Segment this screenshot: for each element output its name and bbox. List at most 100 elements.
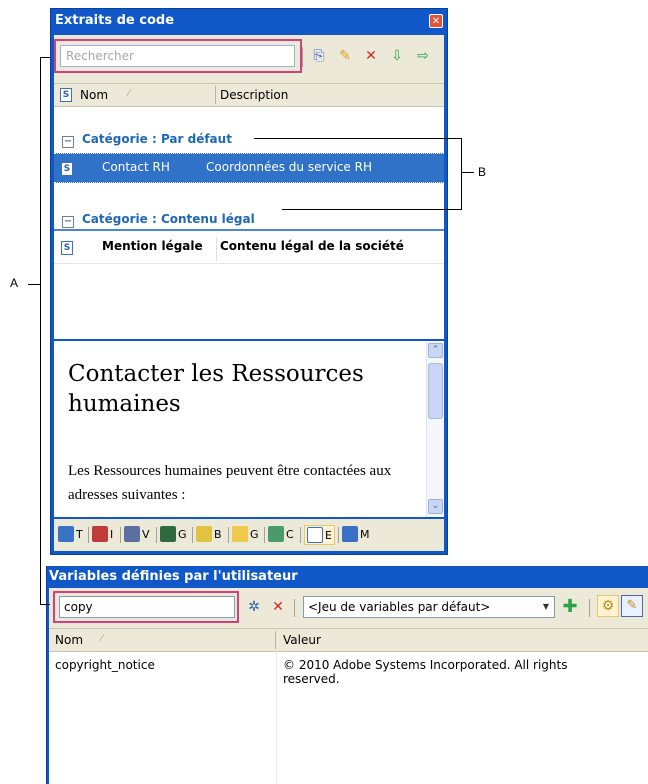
scroll-thumb[interactable]	[428, 363, 443, 419]
tab-table[interactable]: T	[58, 525, 83, 545]
snippet-row[interactable]: S Mention légale Contenu légal de la soc…	[54, 233, 444, 264]
callout-a-line	[40, 57, 50, 58]
edit-pencil-icon[interactable]: ✎	[336, 47, 354, 65]
tab-divider	[264, 527, 265, 543]
column-description[interactable]: Description	[220, 88, 288, 102]
toolbar-divider	[294, 599, 295, 617]
tab-link[interactable]: M	[342, 525, 370, 545]
category-legal[interactable]: − Catégorie : Contenu légal	[62, 212, 255, 230]
folder-icon	[232, 526, 248, 542]
settings-gear-icon[interactable]: ⚙	[597, 595, 619, 617]
snippet-file-icon: S	[61, 162, 73, 176]
search-input[interactable]: copy	[59, 596, 235, 618]
column-value[interactable]: Valeur	[283, 633, 321, 647]
delete-icon[interactable]: ✕	[362, 47, 380, 65]
variable-set-value: <Jeu de variables par défaut>	[308, 600, 491, 614]
plug-icon	[268, 526, 284, 542]
sort-arrow-icon: ⁄	[101, 633, 103, 644]
toolbar-divider	[302, 47, 303, 67]
pencil-icon	[196, 526, 212, 542]
callout-a-label: A	[10, 276, 19, 290]
panel-title: Variables définies par l'utilisateur	[49, 569, 298, 584]
variable-set-select[interactable]: <Jeu de variables par défaut> ▼	[303, 596, 555, 618]
tab-list[interactable]: I	[92, 525, 113, 545]
variables-list: copyright_notice © 2010 Adobe Systems In…	[49, 652, 648, 784]
panel-tab-bar: T I V G B G C E M	[54, 519, 444, 551]
snippet-file-icon: S	[61, 241, 73, 255]
list-icon	[92, 526, 108, 542]
category-label: Catégorie : Par défaut	[82, 132, 232, 146]
tab-divider	[338, 527, 339, 543]
variables-panel: Variables définies par l'utilisateur cop…	[46, 566, 648, 784]
link-icon	[342, 526, 358, 542]
toolbar-divider	[589, 599, 590, 617]
callout-a-line	[28, 284, 40, 285]
variable-name[interactable]: copyright_notice	[55, 658, 155, 672]
preview-heading: Contacter les Ressources humaines	[68, 361, 364, 417]
sort-arrow-icon: ⁄	[128, 88, 130, 99]
tab-plug[interactable]: C	[268, 525, 294, 545]
column-name[interactable]: Nom	[80, 88, 108, 102]
callout-b-line	[254, 138, 462, 139]
snippets-toolbar: Rechercher ⎘ ✎ ✕ ⇩ ⇨	[54, 35, 444, 83]
tab-divider	[156, 527, 157, 543]
column-name[interactable]: Nom	[55, 633, 83, 647]
variables-toolbar: copy ✲ ✕ <Jeu de variables par défaut> ▼…	[49, 588, 648, 628]
snippet-description: Contenu légal de la société	[220, 239, 404, 253]
tab-folder[interactable]: G	[232, 525, 259, 545]
table-icon	[58, 526, 74, 542]
collapse-icon[interactable]: −	[62, 216, 74, 228]
variable-value[interactable]: © 2010 Adobe Systems Incorporated. All r…	[283, 658, 623, 686]
snippet-icon	[307, 527, 323, 543]
callout-b-line	[462, 172, 474, 173]
tab-binoculars[interactable]: V	[124, 525, 150, 545]
search-highlight-box	[54, 39, 302, 73]
import-icon[interactable]: ⇩	[388, 47, 406, 65]
snippet-name: Contact RH	[102, 160, 170, 174]
preview-body: Les Ressources humaines peuvent être con…	[68, 463, 392, 503]
tab-divider	[120, 527, 121, 543]
callout-b-line	[461, 138, 462, 210]
add-icon[interactable]: ✚	[561, 598, 579, 616]
callout-a-line	[40, 604, 50, 605]
callout-b-line	[282, 209, 462, 210]
scroll-up-icon[interactable]: ⌃	[428, 343, 443, 358]
tab-divider	[88, 527, 89, 543]
chevron-down-icon[interactable]: ▼	[538, 597, 554, 617]
snippet-file-icon: S	[60, 88, 72, 102]
tab-divider	[192, 527, 193, 543]
tab-book[interactable]: G	[160, 525, 187, 545]
tab-divider	[300, 527, 301, 543]
category-label: Catégorie : Contenu légal	[82, 212, 255, 226]
category-underline	[54, 229, 444, 231]
insert-snippet-icon[interactable]: ⎘	[310, 47, 328, 65]
export-icon[interactable]: ⇨	[414, 47, 432, 65]
snippet-row-selected[interactable]: S Contact RH Coordonnées du service RH	[54, 153, 444, 183]
panel-title: Extraits de code	[55, 13, 175, 28]
gears-icon[interactable]: ✲	[245, 598, 263, 616]
category-default[interactable]: − Catégorie : Par défaut	[62, 132, 232, 150]
snippet-preview: Contacter les Ressources humaines Les Re…	[54, 341, 444, 517]
column-divider[interactable]	[215, 86, 216, 104]
edit-icon[interactable]: ✎	[621, 595, 643, 617]
binoculars-icon	[124, 526, 140, 542]
book-icon	[160, 526, 176, 542]
snippet-description: Coordonnées du service RH	[206, 160, 372, 174]
column-divider[interactable]	[275, 631, 276, 649]
cell-divider	[216, 237, 217, 261]
variables-column-header: Nom ⁄ Valeur	[49, 628, 648, 652]
preview-scrollbar[interactable]: ⌃ ⌄	[426, 341, 444, 517]
collapse-icon[interactable]: −	[62, 136, 74, 148]
scroll-down-icon[interactable]: ⌄	[428, 499, 443, 514]
snippets-panel: Extraits de code ✕ Rechercher ⎘ ✎ ✕ ⇩ ⇨ …	[50, 8, 448, 555]
delete-icon[interactable]: ✕	[269, 598, 287, 616]
tab-pencil[interactable]: B	[196, 525, 222, 545]
tab-snippets[interactable]: E	[304, 525, 335, 545]
callout-a-line	[40, 57, 41, 605]
column-divider	[276, 652, 277, 784]
close-icon[interactable]: ✕	[429, 14, 443, 28]
snippets-column-header: S Nom ⁄ Description	[54, 83, 444, 107]
snippets-list: − Catégorie : Par défaut S Contact RH Coo…	[54, 107, 444, 339]
callout-b-label: B	[478, 165, 487, 179]
snippet-name: Mention légale	[102, 239, 203, 253]
